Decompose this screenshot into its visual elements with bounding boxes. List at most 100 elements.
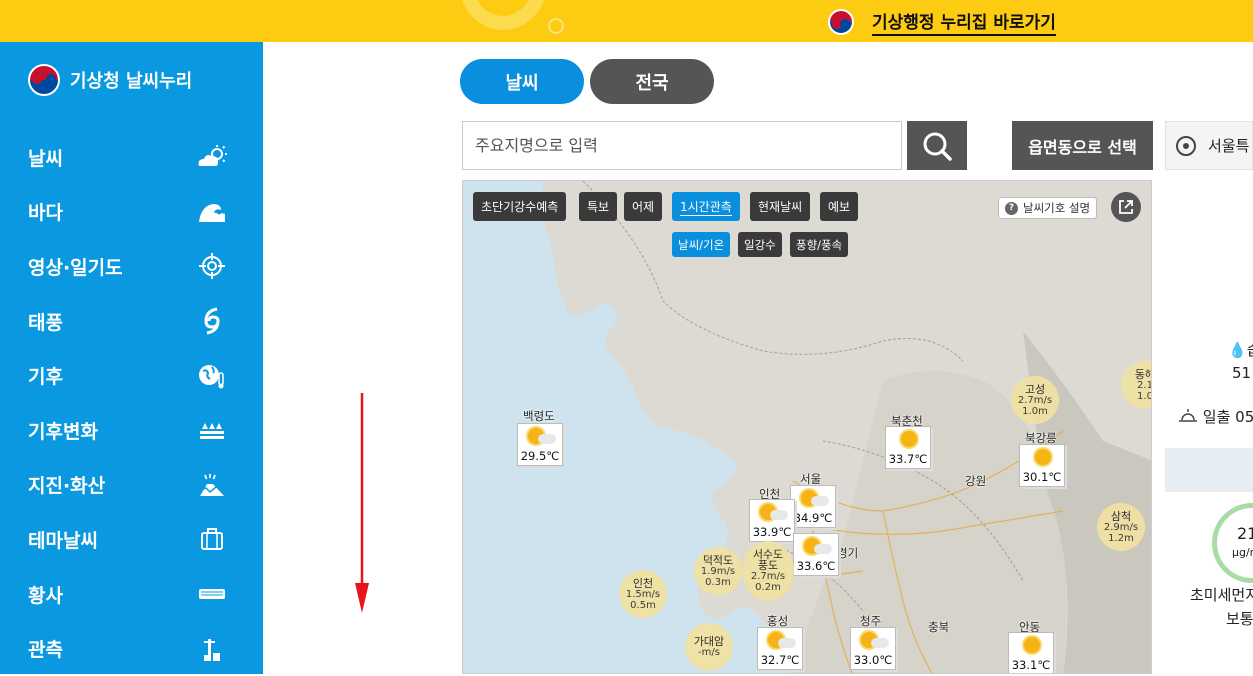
weather-cloud-sun-icon (195, 144, 229, 170)
chip-wind[interactable]: 풍향/풍속 (790, 232, 849, 257)
info-bar (1165, 448, 1253, 492)
humidity-label: 💧습 (1228, 339, 1253, 360)
typhoon-icon (195, 307, 229, 335)
station-card[interactable]: 32.7℃ (757, 627, 803, 670)
sun-icon (1024, 637, 1040, 653)
wind-station[interactable]: 삼척 2.9m/s 1.2m (1097, 503, 1145, 551)
sidebar-item-label: 바다 (28, 202, 63, 225)
search-button[interactable] (907, 121, 967, 170)
chip-current-weather[interactable]: 현재날씨 (750, 192, 811, 221)
wind-station-name: 삼척 (1110, 509, 1132, 523)
chip-nowcast-precip[interactable]: 초단기강수예측 (473, 192, 567, 221)
admin-portal-link-label: 기상행정 누리집 바로가기 (872, 8, 1056, 36)
wave-height: 0.3m (705, 576, 731, 588)
wind-speed: 1.5m/s (625, 588, 661, 600)
top-banner: 기상행정 누리집 바로가기 (0, 0, 1253, 42)
chip-hourly-observation[interactable]: 1시간관측 (672, 192, 740, 221)
fine-dust-value: 21 (1237, 524, 1253, 543)
external-link-icon (1119, 200, 1133, 214)
sun-icon (1035, 449, 1051, 465)
wind-station-name: 인천 (632, 576, 654, 590)
wind-station[interactable]: 서수도 풍도 2.7m/s 0.2m (742, 541, 794, 601)
taegeuk-icon (828, 9, 854, 35)
sidebar-item-yellow-dust[interactable]: 황사 (0, 567, 263, 622)
station-name: 경기 (837, 546, 859, 560)
wind-speed: 2.9m/s (1103, 521, 1139, 533)
brand-title: 기상청 날씨누리 (70, 71, 193, 92)
station-temp: 33.9℃ (752, 525, 792, 539)
sidebar-item-label: 날씨 (28, 147, 63, 170)
station-temp: 34.9℃ (793, 511, 833, 525)
legend-button-label: 날씨기호 설명 (1023, 201, 1091, 215)
station-card[interactable]: 34.9℃ (790, 485, 836, 528)
down-arrow-annotation (355, 393, 369, 613)
gps-icon (1176, 135, 1196, 156)
chip-weather-temp[interactable]: 날씨/기온 (672, 232, 731, 257)
wind-speed: 2.1 (1137, 379, 1152, 391)
station-card[interactable]: 33.9℃ (749, 499, 795, 542)
station-card[interactable]: 33.1℃ (1008, 632, 1054, 673)
station-card[interactable]: 33.0℃ (850, 627, 896, 670)
chip-forecast[interactable]: 예보 (820, 192, 859, 221)
fine-dust-label: 초미세먼지 (1190, 586, 1253, 604)
weather-map[interactable]: 초단기강수예측 특보 어제 1시간관측 현재날씨 예보 날씨/기온 일강수 풍향… (462, 180, 1152, 674)
wind-speed: 1.9m/s (700, 565, 736, 577)
select-by-district-button[interactable]: 읍면동으로 선택 (1012, 121, 1153, 170)
sidebar-item-observation[interactable]: 관측 (0, 621, 263, 676)
chip-warning[interactable]: 특보 (579, 192, 618, 221)
station-card[interactable]: 30.1℃ (1019, 444, 1065, 487)
sidebar-menu: 날씨 바다 영상·일기도 태풍 기후 기후변화 지진·화산 테마날씨 황사 관측 (0, 130, 263, 676)
wind-station-name: 동해 (1134, 367, 1151, 381)
wind-station[interactable]: 인천 1.5m/s 0.5m (619, 570, 667, 618)
wind-station-name: 풍도 (757, 559, 779, 572)
sidebar-item-climate[interactable]: 기후 (0, 348, 263, 403)
help-icon: ? (1005, 201, 1018, 215)
cloud-icon (770, 510, 788, 520)
legend-button[interactable]: ? 날씨기호 설명 (998, 197, 1098, 219)
sidebar-item-label: 관측 (28, 639, 63, 662)
current-location-box[interactable]: 서울특 (1165, 121, 1253, 170)
wind-speed: 2.7m/s (1017, 394, 1053, 406)
station-temp: 33.0℃ (853, 653, 893, 667)
brand-logo[interactable]: 기상청 날씨누리 (28, 64, 192, 96)
wave-height: 1.0m (1022, 405, 1048, 417)
cloud-icon (814, 544, 832, 554)
mask-icon (195, 581, 229, 607)
wind-station-name: 고성 (1024, 382, 1046, 396)
wave-height: 1.0 (1137, 390, 1152, 402)
sidebar-item-imagery[interactable]: 영상·일기도 (0, 239, 263, 294)
expand-map-button[interactable] (1111, 192, 1141, 222)
admin-portal-link[interactable]: 기상행정 누리집 바로가기 (828, 8, 1056, 36)
wave-height: 0.2m (755, 582, 781, 593)
station-temp: 33.6℃ (796, 559, 836, 573)
suitcase-icon (195, 526, 229, 552)
sunrise-value: 05 (1235, 408, 1253, 426)
sidebar-item-sea[interactable]: 바다 (0, 185, 263, 240)
sidebar-item-theme-weather[interactable]: 테마날씨 (0, 512, 263, 567)
wind-station[interactable]: 고성 2.7m/s 1.0m (1011, 376, 1059, 424)
sidebar-item-climate-change[interactable]: 기후변화 (0, 403, 263, 458)
station-card[interactable]: 33.7℃ (885, 426, 931, 469)
humidity-value: 51 (1232, 364, 1252, 382)
sidebar-item-label: 테마날씨 (28, 529, 98, 552)
cloud-icon (778, 638, 796, 648)
search-icon (923, 132, 952, 161)
station-card[interactable]: 29.5℃ (517, 423, 563, 466)
chip-daily-precip[interactable]: 일강수 (738, 232, 782, 257)
wind-station[interactable]: 덕적도 1.9m/s 0.3m (694, 547, 742, 595)
tab-weather[interactable]: 날씨 (460, 59, 584, 104)
sidebar-item-earthquake[interactable]: 지진·화산 (0, 458, 263, 513)
sunrise-info: 일출 05 (1178, 406, 1253, 427)
taegeuk-icon (28, 64, 60, 96)
sidebar-item-typhoon[interactable]: 태풍 (0, 294, 263, 349)
wind-station-name: 덕적도 (702, 553, 734, 567)
location-search-input[interactable] (462, 121, 902, 170)
wind-station[interactable]: 가대암 -m/s (685, 623, 733, 671)
decoration-dot (548, 18, 564, 34)
chip-yesterday[interactable]: 어제 (624, 192, 663, 221)
tab-nationwide[interactable]: 전국 (590, 59, 714, 104)
region-label: 충북 (928, 620, 950, 634)
station-temp: 29.5℃ (520, 449, 560, 463)
sidebar-item-weather[interactable]: 날씨 (0, 130, 263, 185)
station-card[interactable]: 33.6℃ (793, 533, 839, 576)
